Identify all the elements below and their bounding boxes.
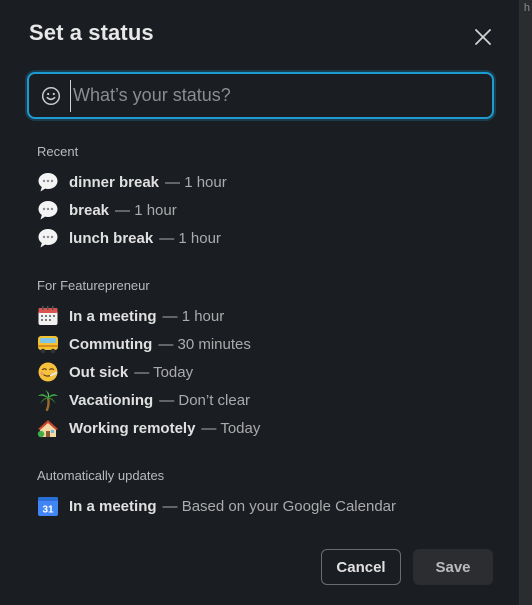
item-label: Working remotely — [69, 419, 196, 437]
item-duration: — 1 hour — [159, 229, 221, 247]
section-title-recent: Recent — [37, 144, 79, 159]
bus-icon — [37, 333, 59, 355]
calendar-icon — [37, 305, 59, 327]
background-window-edge: h — [520, 0, 532, 605]
palm-tree-icon — [37, 389, 59, 411]
item-duration: — 1 hour — [115, 201, 177, 219]
list-item[interactable]: Vacationing — Don’t clear — [37, 388, 250, 412]
section-title-auto: Automatically updates — [37, 468, 165, 483]
list-item[interactable]: Working remotely — Today — [37, 416, 260, 440]
dialog-title: Set a status — [29, 20, 154, 45]
list-item[interactable]: dinner break — 1 hour — [37, 170, 227, 194]
google-calendar-icon: 31 — [37, 495, 59, 517]
emoji-picker-button[interactable] — [40, 85, 62, 107]
section-title-workspace: For Featurepreneur — [37, 278, 150, 293]
save-button[interactable]: Save — [413, 549, 493, 585]
item-duration: — 1 hour — [162, 307, 225, 325]
item-label: lunch break — [69, 229, 154, 247]
item-label: Out sick — [69, 363, 129, 381]
speech-bubble-icon — [37, 227, 59, 249]
list-item[interactable]: break — 1 hour — [37, 198, 177, 222]
status-input-container — [27, 72, 494, 119]
item-label: dinner break — [69, 173, 160, 191]
set-status-dialog: Set a status Recent dinner break — 1 hou… — [0, 0, 520, 605]
item-duration: — Don’t clear — [159, 391, 251, 409]
speech-bubble-icon — [37, 199, 59, 221]
item-label: In a meeting — [69, 307, 157, 325]
close-icon — [475, 29, 491, 45]
item-duration: — Based on your Google Calendar — [162, 497, 397, 515]
item-label: Commuting — [69, 335, 153, 353]
list-item[interactable]: Out sick — Today — [37, 360, 193, 384]
list-item[interactable]: lunch break — 1 hour — [37, 226, 221, 250]
item-duration: — Today — [201, 419, 261, 437]
list-item[interactable]: Commuting — 30 minutes — [37, 332, 251, 356]
house-icon — [37, 417, 59, 439]
list-item[interactable]: 31 In a meeting — Based on your Google C… — [37, 494, 396, 518]
item-duration: — Today — [134, 363, 194, 381]
item-duration: — 1 hour — [165, 173, 227, 191]
calendar-date-text: 31 — [42, 505, 54, 516]
cancel-button[interactable]: Cancel — [321, 549, 401, 585]
smiley-icon — [41, 86, 61, 105]
close-button[interactable] — [470, 24, 496, 50]
item-label: break — [69, 201, 110, 219]
sick-face-icon — [37, 361, 59, 383]
item-label: Vacationing — [69, 391, 154, 409]
item-label: In a meeting — [69, 497, 157, 515]
list-item[interactable]: In a meeting — 1 hour — [37, 304, 224, 328]
speech-bubble-icon — [37, 171, 59, 193]
status-input[interactable] — [70, 79, 492, 112]
item-duration: — 30 minutes — [158, 335, 251, 353]
background-text: h — [523, 2, 530, 14]
